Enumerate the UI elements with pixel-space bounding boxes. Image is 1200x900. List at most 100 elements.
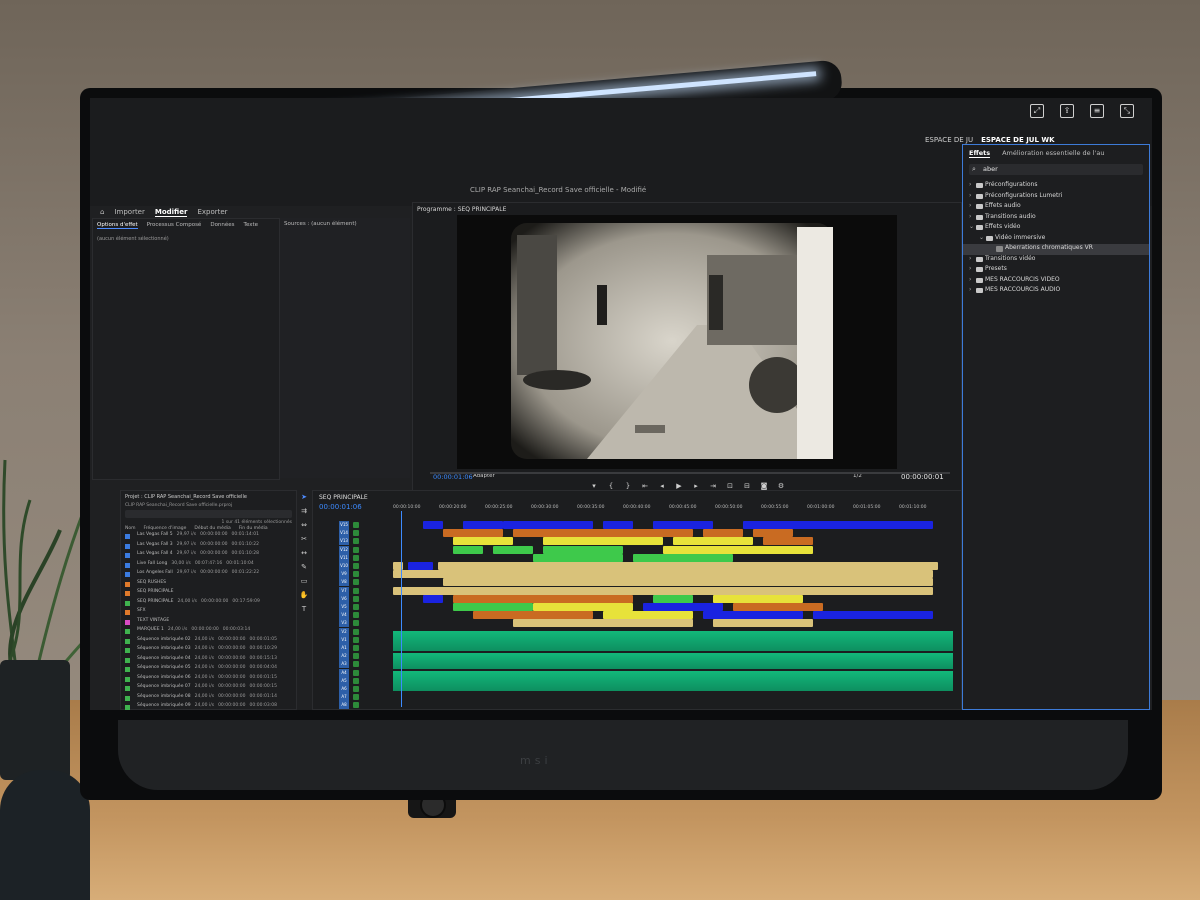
track-label[interactable]: V9 xyxy=(339,570,349,579)
mark-out-icon[interactable]: } xyxy=(624,482,632,490)
timeline-clip[interactable] xyxy=(453,545,483,554)
step-forward-icon[interactable]: ▸ xyxy=(692,482,700,490)
track-header[interactable]: V2 xyxy=(323,627,389,636)
timeline-clip[interactable] xyxy=(503,521,593,529)
chevron-down-icon[interactable]: ⌄ xyxy=(969,223,974,230)
export-frame-icon[interactable]: ◙ xyxy=(760,482,768,490)
track-header[interactable]: A6 xyxy=(323,685,389,693)
track-header[interactable]: V13 xyxy=(323,537,389,546)
track-header[interactable]: V4 xyxy=(323,611,389,620)
timeline-clip[interactable] xyxy=(393,570,933,579)
timeline-clip[interactable] xyxy=(633,553,733,562)
go-to-out-icon[interactable]: ⇥ xyxy=(709,482,717,490)
track-label[interactable]: V3 xyxy=(339,619,349,628)
tab-essential-audio[interactable]: Amélioration essentielle de l'au xyxy=(1002,149,1104,158)
timeline-clip[interactable] xyxy=(763,537,813,546)
project-item[interactable]: SFX xyxy=(121,608,296,618)
timeline-clip[interactable] xyxy=(438,562,938,570)
timeline-clip[interactable] xyxy=(543,537,663,546)
effects-tree-item[interactable]: › MES RACCOURCIS VIDEO xyxy=(963,276,1149,287)
track-label[interactable]: A1 xyxy=(339,644,349,652)
timeline-clip[interactable] xyxy=(463,521,503,529)
timeline-clip[interactable] xyxy=(733,603,823,611)
project-item[interactable]: Séquence imbriquée 03 24,00 i/s 00:00:00:0… xyxy=(121,646,296,656)
ripple-edit-icon[interactable]: ⇔ xyxy=(301,521,307,529)
chevron-right-icon[interactable]: › xyxy=(969,202,971,209)
track-toggle-icon[interactable] xyxy=(353,612,359,619)
home-icon[interactable]: ⌂ xyxy=(100,208,104,217)
timeline-clip[interactable] xyxy=(603,521,633,529)
pen-icon[interactable]: ✎ xyxy=(301,563,307,571)
track-header[interactable]: A2 xyxy=(323,652,389,661)
chevron-down-icon[interactable]: ⌄ xyxy=(979,234,984,241)
track-label[interactable]: A6 xyxy=(339,685,349,693)
lift-icon[interactable]: ⊡ xyxy=(726,482,734,490)
track-header[interactable]: A7 xyxy=(323,693,389,702)
track-toggle-icon[interactable] xyxy=(353,677,359,684)
track-label[interactable]: V11 xyxy=(339,553,349,562)
track-toggle-icon[interactable] xyxy=(353,538,359,545)
timeline-clip[interactable] xyxy=(713,594,803,603)
chevron-right-icon[interactable]: › xyxy=(969,181,971,188)
step-back-icon[interactable]: ◂ xyxy=(658,482,666,490)
col-end[interactable]: Fin du média xyxy=(239,526,268,531)
timeline-clip[interactable] xyxy=(513,529,693,538)
audio-clip-waveform[interactable] xyxy=(393,671,953,691)
track-label[interactable]: A5 xyxy=(339,676,349,685)
col-name[interactable]: Nom xyxy=(125,526,136,531)
timeline-clip[interactable] xyxy=(643,603,723,611)
track-header[interactable]: V14 xyxy=(323,529,389,538)
chevron-right-icon[interactable]: › xyxy=(969,192,971,199)
extract-icon[interactable]: ⊟ xyxy=(743,482,751,490)
effects-tree-item[interactable]: ⌄ Vidéo immersive xyxy=(963,234,1149,245)
tab-text[interactable]: Texte xyxy=(244,222,259,229)
timeline-clip[interactable] xyxy=(423,521,443,529)
effects-tree-item[interactable]: › MES RACCOURCIS AUDIO xyxy=(963,286,1149,297)
go-to-in-icon[interactable]: ⇤ xyxy=(641,482,649,490)
rectangle-tool-icon[interactable]: ▭ xyxy=(301,577,308,585)
chevron-right-icon[interactable]: › xyxy=(969,213,971,220)
track-header[interactable]: V11 xyxy=(323,553,389,562)
track-toggle-icon[interactable] xyxy=(353,686,359,692)
hand-icon[interactable]: ✋ xyxy=(300,591,309,599)
timeline-clip[interactable] xyxy=(713,619,813,628)
maximize-icon[interactable]: ⤢ xyxy=(1030,104,1044,118)
timeline-clip[interactable] xyxy=(673,537,753,546)
track-toggle-icon[interactable] xyxy=(353,554,359,561)
project-item[interactable]: Séquence imbriquée 09 24,00 i/s 00:00:00:0… xyxy=(121,703,296,710)
audio-clip-waveform[interactable] xyxy=(393,631,953,651)
menu-import[interactable]: Importer xyxy=(114,208,144,217)
slip-icon[interactable]: ↔ xyxy=(301,549,307,557)
timeline-clip[interactable] xyxy=(453,537,513,546)
timeline-ruler[interactable]: 00:00:10:00 00:00:20:00 00:00:25:00 00:00:3… xyxy=(393,505,953,519)
selection-tool-icon[interactable]: ➤ xyxy=(301,493,307,501)
track-toggle-icon[interactable] xyxy=(353,620,359,627)
tab-processus[interactable]: Processus Composé xyxy=(147,222,202,229)
project-item[interactable]: Las Vegas Fall 4 29,97 i/s 00:00:00:00 00:0… xyxy=(121,551,296,561)
track-select-icon[interactable]: ⇉ xyxy=(301,507,307,515)
timeline-clip[interactable] xyxy=(453,603,533,611)
project-item[interactable]: MARQUEE 1 24,00 i/s 00:00:00:00 00:00:03:14 xyxy=(121,627,296,637)
track-label[interactable]: V6 xyxy=(339,594,349,603)
timeline-clip[interactable] xyxy=(723,545,813,554)
add-marker-icon[interactable]: ▾ xyxy=(590,482,598,490)
track-label[interactable]: V7 xyxy=(339,586,349,595)
timeline-clip[interactable] xyxy=(753,529,793,538)
timeline-clip[interactable] xyxy=(473,611,593,620)
track-label[interactable]: A4 xyxy=(339,668,349,677)
project-search-input[interactable] xyxy=(125,510,292,518)
track-header[interactable]: V7 xyxy=(323,586,389,595)
project-item[interactable]: Séquence imbriquée 07 24,00 i/s 00:00:00:0… xyxy=(121,684,296,694)
chevron-right-icon[interactable]: › xyxy=(969,286,971,293)
mark-in-icon[interactable]: { xyxy=(607,482,615,490)
project-item[interactable]: Live Fall Long 30,00 i/s 00:07:47:16 00:01:… xyxy=(121,561,296,571)
track-toggle-icon[interactable] xyxy=(353,522,359,528)
track-toggle-icon[interactable] xyxy=(353,546,359,553)
timeline-clip[interactable] xyxy=(533,553,623,562)
col-start[interactable]: Début du média xyxy=(194,526,230,531)
project-item[interactable]: Séquence imbriquée 05 24,00 i/s 00:00:00:0… xyxy=(121,665,296,675)
timeline-clip[interactable] xyxy=(603,611,693,620)
project-item[interactable]: Séquence imbriquée 02 24,00 i/s 00:00:00:0… xyxy=(121,637,296,647)
track-header[interactable]: V3 xyxy=(323,619,389,628)
timeline-clip[interactable] xyxy=(653,521,713,529)
